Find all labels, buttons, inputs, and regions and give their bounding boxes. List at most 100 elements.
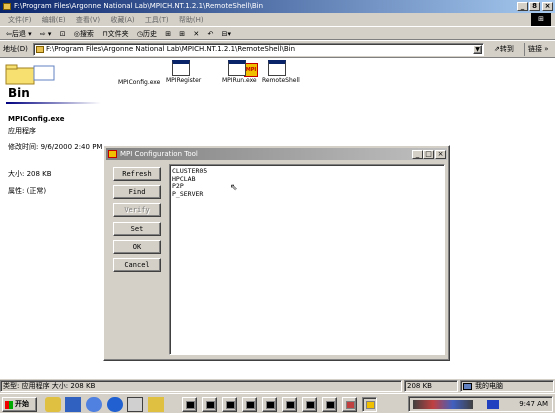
move-to-button[interactable]: ⊞: [165, 30, 171, 38]
folder-title: Bin: [8, 86, 30, 100]
dialog-titlebar[interactable]: MPI Configuration Tool _ □ ×: [106, 148, 447, 160]
copy-to-button[interactable]: ⊞: [179, 30, 185, 38]
divider: [6, 102, 101, 104]
computer-icon: [463, 383, 472, 390]
exe-icon: [172, 60, 190, 76]
menu-file[interactable]: 文件(F): [8, 16, 32, 24]
task-button[interactable]: [222, 397, 237, 412]
menu-view[interactable]: 查看(V): [76, 16, 100, 24]
host-list[interactable]: CLUSTER05 HPCLAB P2P P_SERVER: [169, 164, 445, 355]
toolbar: ⇦后退 ▾ ⇨ ▾ ⊡ ◎搜索 ⊓文件夹 ◷历史 ⊞ ⊞ ✕ ↶ ⊟▾: [0, 28, 555, 40]
file-label: RemoteShell: [262, 77, 300, 84]
find-button[interactable]: Find: [113, 185, 161, 199]
address-label: 地址(D): [3, 45, 28, 53]
search-icon[interactable]: [86, 397, 102, 412]
window-titlebar[interactable]: F:\Program Files\Argonne National Lab\MP…: [0, 0, 555, 13]
window-title: F:\Program Files\Argonne National Lab\MP…: [14, 2, 264, 10]
delete-button[interactable]: ✕: [193, 30, 199, 38]
quicklaunch-icon[interactable]: [45, 397, 61, 412]
mouse-pointer-icon: ⇖: [230, 183, 238, 193]
file-label: MPIRun.exe: [222, 77, 257, 84]
task-button[interactable]: [262, 397, 277, 412]
start-button[interactable]: 开始: [2, 397, 37, 412]
selected-file-size: 大小: 208 KB: [8, 170, 52, 178]
explorer-icon[interactable]: [127, 397, 143, 412]
refresh-button[interactable]: Refresh: [113, 167, 161, 181]
forward-button[interactable]: ⇨ ▾: [40, 30, 52, 38]
selected-file-type: 应用程序: [8, 127, 36, 135]
address-input[interactable]: F:\Program Files\Argonne National Lab\MP…: [33, 43, 484, 56]
web-view-pane: Bin MPIConfig.exe 应用程序 修改时间: 9/6/2000 2:…: [0, 58, 105, 378]
folder-art-icon: [5, 64, 55, 85]
folder-icon[interactable]: [148, 397, 164, 412]
menu-favorites[interactable]: 收藏(A): [110, 16, 134, 24]
up-button[interactable]: ⊡: [60, 30, 66, 38]
menu-tools[interactable]: 工具(T): [145, 16, 169, 24]
folder-icon: [3, 3, 11, 10]
selected-file-name: MPIConfig.exe: [8, 115, 65, 123]
minimize-button[interactable]: _: [517, 2, 528, 11]
file-item[interactable]: MPIRegister: [166, 60, 202, 84]
exe-icon: [268, 60, 286, 76]
file-item[interactable]: MPI MPIConfig.exe: [118, 60, 258, 86]
task-button[interactable]: [282, 397, 297, 412]
host-item[interactable]: P2P: [172, 182, 442, 191]
search-button[interactable]: ◎搜索: [74, 30, 94, 38]
ie-icon[interactable]: [107, 397, 123, 412]
close-button[interactable]: ×: [435, 150, 446, 159]
cancel-button[interactable]: Cancel: [113, 258, 161, 272]
task-button[interactable]: [302, 397, 317, 412]
folders-button[interactable]: ⊓文件夹: [102, 30, 128, 38]
back-button[interactable]: ⇦后退 ▾: [6, 30, 32, 38]
mpi-config-dialog: MPI Configuration Tool _ □ × Refresh Fin…: [103, 145, 450, 361]
explorer-window: F:\Program Files\Argonne National Lab\MP…: [0, 0, 555, 393]
exe-icon: [228, 60, 246, 76]
ok-button[interactable]: OK: [113, 240, 161, 254]
task-button-mpi[interactable]: [362, 397, 377, 412]
ime-icon[interactable]: [487, 400, 499, 409]
host-item[interactable]: P_SERVER: [172, 190, 442, 199]
status-text: 类型: 应用程序 大小: 208 KB: [0, 380, 402, 392]
system-tray: 9:47 AM: [408, 396, 553, 412]
minimize-button[interactable]: _: [412, 150, 423, 159]
windows-logo-icon: ⊞: [531, 13, 551, 26]
views-button[interactable]: ⊟▾: [222, 30, 231, 38]
desktop-icon[interactable]: [65, 397, 81, 412]
links-button[interactable]: 链接 »: [524, 43, 549, 56]
close-button[interactable]: ×: [542, 2, 553, 11]
status-size: 208 KB: [404, 380, 458, 392]
mpi-app-icon: [108, 150, 117, 158]
dialog-title: MPI Configuration Tool: [120, 150, 198, 158]
status-zone: 我的电脑: [460, 380, 554, 392]
task-button[interactable]: [342, 397, 357, 412]
file-label: MPIRegister: [166, 77, 202, 84]
maximize-button[interactable]: 8: [529, 2, 540, 11]
history-button[interactable]: ◷历史: [137, 30, 157, 38]
windows-logo-icon: [5, 401, 13, 409]
set-button[interactable]: Set: [113, 222, 161, 236]
file-label: MPIConfig.exe: [118, 79, 161, 86]
task-button[interactable]: [182, 397, 197, 412]
folder-view: Bin MPIConfig.exe 应用程序 修改时间: 9/6/2000 2:…: [0, 57, 555, 378]
address-value: F:\Program Files\Argonne National Lab\MP…: [46, 45, 296, 53]
address-bar: 地址(D) F:\Program Files\Argonne National …: [0, 40, 555, 57]
taskbar: 开始 9:47 AM: [0, 393, 555, 413]
task-button[interactable]: [202, 397, 217, 412]
start-label: 开始: [15, 400, 29, 408]
file-item[interactable]: RemoteShell: [262, 60, 300, 84]
selected-file-attributes: 属性: (正常): [8, 187, 47, 195]
undo-button[interactable]: ↶: [208, 30, 214, 38]
clock[interactable]: 9:47 AM: [519, 397, 548, 411]
host-item[interactable]: CLUSTER05: [172, 167, 442, 176]
task-button[interactable]: [242, 397, 257, 412]
verify-button[interactable]: Verify: [113, 203, 161, 217]
maximize-button[interactable]: □: [423, 150, 434, 159]
file-item[interactable]: MPIRun.exe: [222, 60, 257, 84]
menu-help[interactable]: 帮助(H): [179, 16, 204, 24]
menu-edit[interactable]: 编辑(E): [42, 16, 66, 24]
tray-icons[interactable]: [413, 400, 473, 409]
chevron-down-icon[interactable]: ▼: [473, 45, 482, 54]
task-button[interactable]: [322, 397, 337, 412]
go-button[interactable]: ⇗转到: [494, 43, 514, 56]
host-item[interactable]: HPCLAB: [172, 175, 442, 184]
